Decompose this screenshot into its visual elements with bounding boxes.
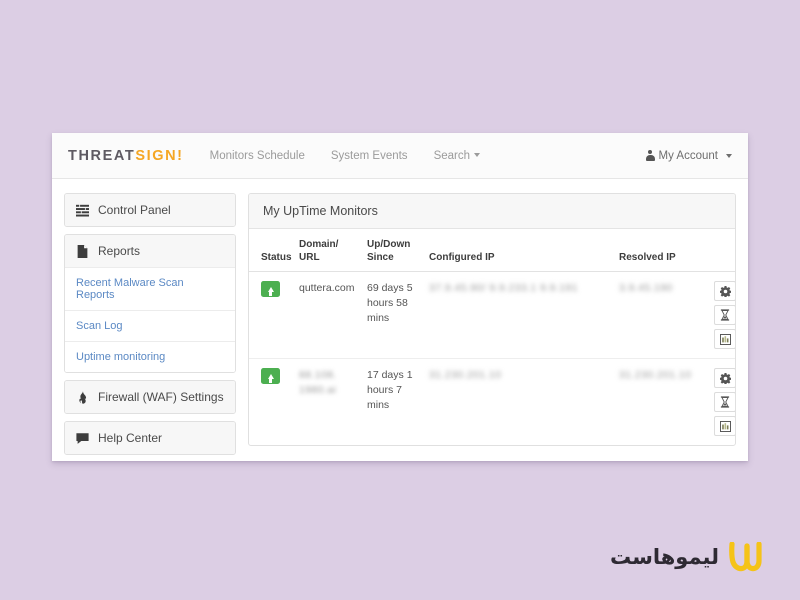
column-header-configured-ip-label: Configured IP (429, 251, 495, 263)
navbar-links: Monitors Schedule System Events Search (210, 150, 480, 162)
status-badge-up[interactable] (261, 281, 280, 297)
column-header-domain-line1: Domain/ (299, 239, 339, 250)
sidebar-group-help-center: Help Center (64, 421, 236, 455)
speech-bubble-icon (76, 432, 89, 444)
application-body: Control Panel Reports Recent Malware Sca… (52, 179, 748, 461)
column-header-since-line2: Since (367, 251, 394, 263)
watermark-text: لیموهاست (609, 545, 719, 569)
account-menu[interactable]: My Account (645, 149, 732, 162)
brand-logo-sign: SIGN! (135, 147, 184, 164)
sidebar-subitem-uptime-monitoring[interactable]: Uptime monitoring (65, 341, 235, 372)
brand-logo[interactable]: THREATSIGN! (68, 148, 184, 164)
sidebar-item-reports-label: Reports (98, 244, 141, 258)
hourglass-icon (720, 309, 730, 321)
sidebar-subitem-recent-malware-scan-reports[interactable]: Recent Malware Scan Reports (65, 267, 235, 310)
sidebar-item-control-panel[interactable]: Control Panel (65, 194, 235, 226)
table-body: quttera.com 69 days 5 hours 58 mins 37.9… (249, 271, 735, 446)
sidebar-subitem-scan-log[interactable]: Scan Log (65, 310, 235, 341)
watermark: لیموهاست (610, 542, 762, 572)
flame-icon (79, 390, 87, 404)
column-header-resolved-ip-label: Resolved IP (619, 251, 676, 263)
uptime-monitors-table: Status Domain/ URL Up/Down Since Configu… (249, 229, 735, 446)
column-header-actions (710, 229, 735, 272)
monitor-configured-ip: 37.9.45.90/ 9.9.233.1 9.9.191 (429, 282, 578, 294)
table-header-row: Status Domain/ URL Up/Down Since Configu… (249, 229, 735, 272)
panel-title: My UpTime Monitors (249, 194, 735, 229)
row-action-buttons (714, 281, 735, 349)
cell-configured-ip: 37.9.45.90/ 9.9.233.1 9.9.191 (425, 271, 615, 359)
statistics-button[interactable] (714, 329, 735, 349)
brand-logo-threat: THREAT (68, 147, 136, 164)
column-header-domain-url: Domain/ URL (295, 229, 363, 272)
cell-resolved-ip: 31.230.201.10 (615, 359, 710, 446)
status-badge-up[interactable] (261, 368, 280, 384)
person-icon (645, 150, 655, 161)
monitor-since: 69 days 5 hours 58 mins (367, 282, 413, 325)
sidebar-item-control-panel-label: Control Panel (98, 203, 171, 217)
top-navbar: THREATSIGN! Monitors Schedule System Eve… (52, 133, 748, 179)
column-header-since-line1: Up/Down (367, 239, 411, 250)
sidebar-item-reports[interactable]: Reports (65, 235, 235, 267)
monitor-configured-ip: 31.230.201.10 (429, 369, 502, 381)
history-button[interactable] (714, 392, 735, 412)
bar-chart-icon (719, 420, 731, 432)
monitor-resolved-ip: 3.9.45.190 (619, 282, 673, 294)
monitor-domain: 88.108. 1980.ai (299, 369, 337, 397)
gear-icon (719, 372, 731, 384)
nav-link-search[interactable]: Search (434, 150, 480, 162)
bar-chart-icon (719, 333, 731, 345)
column-header-resolved-ip: Resolved IP (615, 229, 710, 272)
cell-status (249, 359, 295, 446)
table-row: 88.108. 1980.ai 17 days 1 hours 7 mins 3… (249, 359, 735, 446)
cell-resolved-ip: 3.9.45.190 (615, 271, 710, 359)
column-header-status-label: Status (261, 251, 292, 263)
sidebar: Control Panel Reports Recent Malware Sca… (64, 193, 236, 455)
sidebar-group-control-panel: Control Panel (64, 193, 236, 227)
column-header-domain-line2: URL (299, 251, 320, 263)
cell-configured-ip: 31.230.201.10 (425, 359, 615, 446)
nav-link-system-events[interactable]: System Events (331, 150, 408, 162)
cell-domain: quttera.com (295, 271, 363, 359)
cell-actions (710, 359, 735, 446)
chevron-down-icon (474, 153, 480, 158)
application-window: THREATSIGN! Monitors Schedule System Eve… (52, 133, 748, 461)
arrow-up-icon (267, 286, 274, 296)
gear-icon (719, 285, 731, 297)
column-header-status: Status (249, 229, 295, 272)
row-action-buttons (714, 368, 735, 436)
sidebar-group-reports: Reports Recent Malware Scan Reports Scan… (64, 234, 236, 373)
history-button[interactable] (714, 305, 735, 325)
settings-button[interactable] (714, 281, 735, 301)
sidebar-item-help-center[interactable]: Help Center (65, 422, 235, 454)
nav-link-search-label: Search (433, 149, 470, 162)
cell-updown-since: 17 days 1 hours 7 mins (363, 359, 425, 446)
cell-updown-since: 69 days 5 hours 58 mins (363, 271, 425, 359)
hourglass-icon (720, 396, 730, 408)
table-header: Status Domain/ URL Up/Down Since Configu… (249, 229, 735, 272)
monitor-since: 17 days 1 hours 7 mins (367, 369, 413, 412)
sidebar-item-firewall-waf-settings[interactable]: Firewall (WAF) Settings (65, 381, 235, 413)
monitor-domain: quttera.com (299, 282, 355, 294)
sidebar-item-help-center-label: Help Center (98, 431, 163, 445)
cell-actions (710, 271, 735, 359)
monitor-resolved-ip: 31.230.201.10 (619, 369, 692, 381)
table-row: quttera.com 69 days 5 hours 58 mins 37.9… (249, 271, 735, 359)
column-header-configured-ip: Configured IP (425, 229, 615, 272)
arrow-up-icon (267, 373, 274, 383)
nav-link-monitors-schedule[interactable]: Monitors Schedule (210, 150, 305, 162)
statistics-button[interactable] (714, 416, 735, 436)
document-icon (77, 244, 88, 258)
uptime-monitors-panel: My UpTime Monitors Status Domain/ URL Up… (248, 193, 736, 446)
sidebar-item-firewall-label: Firewall (WAF) Settings (98, 390, 224, 404)
sidebar-group-firewall: Firewall (WAF) Settings (64, 380, 236, 414)
list-lines-icon (76, 204, 89, 217)
column-header-updown-since: Up/Down Since (363, 229, 425, 272)
cell-status (249, 271, 295, 359)
settings-button[interactable] (714, 368, 735, 388)
cell-domain: 88.108. 1980.ai (295, 359, 363, 446)
account-menu-label: My Account (658, 149, 718, 162)
limoo-host-logo-icon (729, 542, 762, 572)
chevron-down-icon (726, 153, 732, 158)
